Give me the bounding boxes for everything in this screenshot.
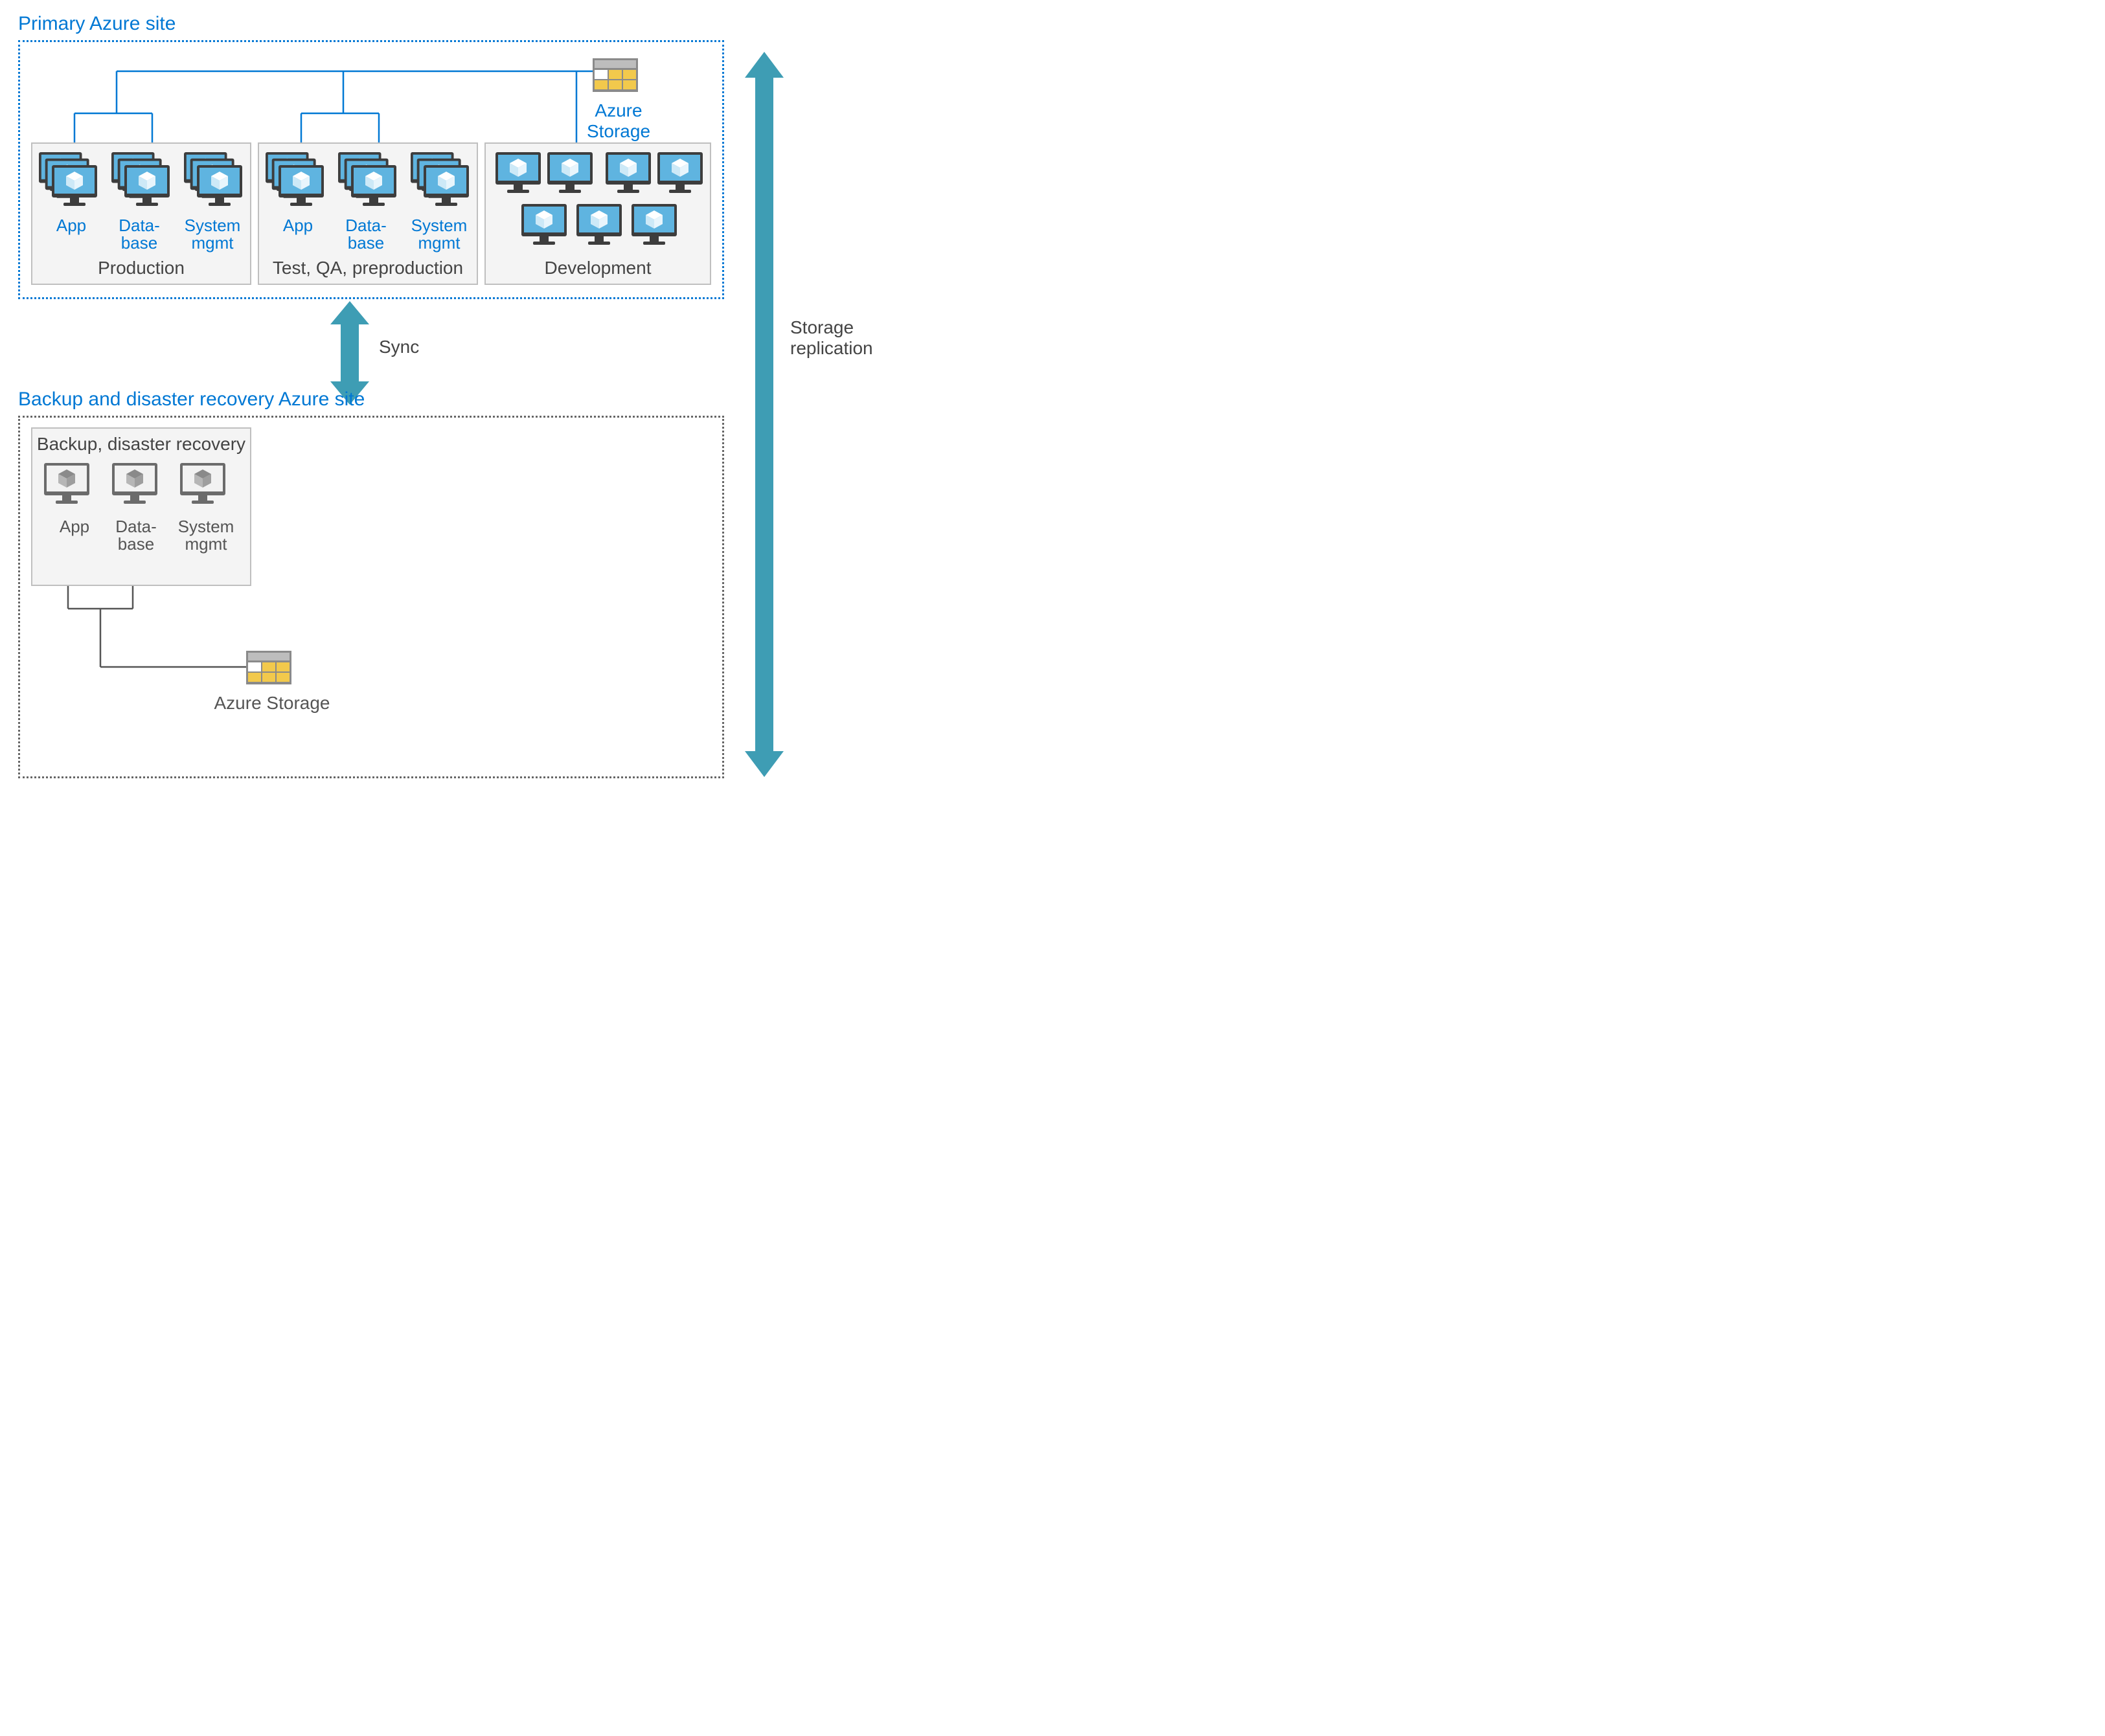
development-vms	[495, 152, 709, 256]
testqa-vms	[266, 152, 479, 223]
test-sys-label: Systemmgmt	[407, 217, 472, 253]
prod-app-label: App	[45, 217, 97, 234]
azure-storage-label-primary: Azure Storage	[563, 100, 674, 142]
bk-db-label: Data-base	[107, 518, 165, 554]
backup-vms	[44, 463, 251, 521]
env-development-title: Development	[486, 258, 710, 278]
backup-site-title: Backup and disaster recovery Azure site	[18, 389, 365, 411]
primary-site-title: Primary Azure site	[18, 13, 176, 35]
bk-app-label: App	[49, 518, 100, 535]
storage-replication-label: Storagereplication	[790, 317, 873, 359]
azure-storage-icon-primary	[593, 58, 638, 94]
prod-db-label: Data-base	[110, 217, 168, 253]
azure-storage-icon-backup	[246, 651, 291, 686]
env-production-title: Production	[32, 258, 250, 278]
prod-sys-label: Systemmgmt	[180, 217, 245, 253]
test-db-label: Data-base	[337, 217, 395, 253]
sync-label: Sync	[379, 337, 419, 357]
env-testqa-title: Test, QA, preproduction	[259, 258, 477, 278]
azure-storage-label-backup: Azure Storage	[214, 693, 330, 714]
env-backup-title: Backup, disaster recovery	[32, 434, 250, 455]
test-app-label: App	[272, 217, 324, 234]
storage-replication-arrow-icon	[745, 52, 784, 777]
diagram-canvas: Primary Azure site Azure Storage Product…	[13, 13, 984, 816]
production-vms	[39, 152, 253, 223]
bk-sys-label: Systemmgmt	[174, 518, 238, 554]
